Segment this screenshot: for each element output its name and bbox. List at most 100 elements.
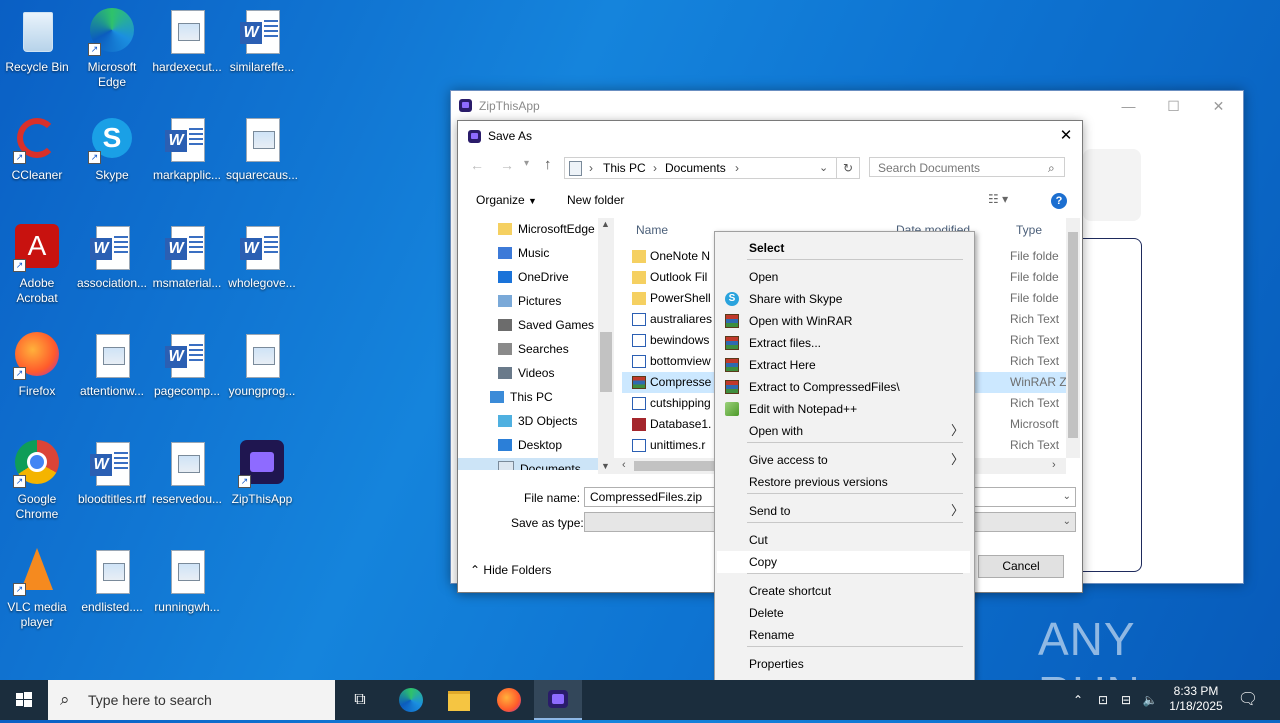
chevron-down-icon: ⌄ — [1062, 491, 1071, 502]
tree-item[interactable]: MicrosoftEdge — [498, 218, 595, 240]
column-type[interactable]: Type — [1016, 218, 1042, 240]
address-dropdown-icon[interactable]: ⌄ — [819, 158, 828, 178]
taskbar-edge-icon[interactable] — [386, 680, 434, 720]
desktop-icon[interactable]: runningwh... — [150, 548, 224, 615]
desktop-icon[interactable]: S ↗ Skype — [75, 116, 149, 183]
file-list-scrollbar[interactable] — [1066, 218, 1080, 458]
desktop-icon[interactable]: endlisted.... — [75, 548, 149, 615]
menu-item[interactable]: Extract files... — [717, 332, 970, 354]
desktop-icon[interactable]: A ↗ Adobe Acrobat — [0, 224, 74, 306]
view-options-icon[interactable]: ☷ ▾ — [988, 192, 1008, 206]
scroll-down-icon[interactable]: ▼ — [601, 461, 610, 471]
hide-folders-toggle[interactable]: ⌃ Hide Folders — [470, 563, 551, 577]
desktop-icon[interactable]: ↗ Microsoft Edge — [75, 8, 149, 90]
minimize-button[interactable]: — — [1106, 91, 1151, 121]
taskbar-search-box[interactable]: ⌕ Type here to search — [48, 680, 335, 720]
close-button[interactable]: ✕ — [1196, 91, 1241, 121]
taskbar-file-explorer-icon[interactable] — [435, 680, 483, 720]
breadcrumb-documents[interactable]: Documents — [665, 158, 726, 178]
clock[interactable]: 8:33 PM 1/18/2025 — [1164, 680, 1228, 720]
menu-item[interactable]: Rename — [717, 624, 970, 646]
tree-item[interactable]: Documents — [458, 458, 598, 470]
menu-item[interactable]: Restore previous versions — [717, 471, 970, 493]
task-view-icon[interactable]: ⧉ — [336, 680, 384, 720]
desktop-icon[interactable]: ↗ ZipThisApp — [225, 440, 299, 507]
file-type: Rich Text — [1010, 312, 1060, 326]
breadcrumb-this-pc[interactable]: This PC — [603, 158, 646, 178]
tree-item[interactable]: Searches — [498, 338, 569, 360]
taskbar-zipthisapp-icon[interactable] — [534, 680, 582, 720]
tree-item[interactable]: Pictures — [498, 290, 561, 312]
tree-scroll-thumb[interactable] — [600, 332, 612, 392]
back-arrow-icon[interactable]: ← — [470, 157, 484, 173]
recent-chevron-icon[interactable]: ▾ — [524, 158, 529, 169]
menu-item[interactable]: Open with 〉 — [717, 420, 970, 442]
desktop-icon[interactable]: ↗ Google Chrome — [0, 440, 74, 522]
desktop-icon[interactable]: Wpagecomp... — [150, 332, 224, 399]
cancel-button[interactable]: Cancel — [978, 555, 1064, 578]
scroll-right-icon[interactable]: › — [1052, 459, 1056, 471]
menu-item[interactable]: Extract Here — [717, 354, 970, 376]
tree-item[interactable]: Videos — [498, 362, 554, 384]
tray-device-icon[interactable]: ⊡ — [1094, 680, 1112, 720]
desktop-icon[interactable]: Wassociation... — [75, 224, 149, 291]
menu-item[interactable]: Edit with Notepad++ — [717, 398, 970, 420]
tree-item[interactable]: This PC — [490, 386, 553, 408]
new-folder-button[interactable]: New folder — [567, 193, 624, 207]
menu-item-label: Open with — [749, 424, 804, 438]
address-bar[interactable]: › This PC › Documents › ⌄ ↻ — [564, 157, 860, 179]
network-icon[interactable]: ⊟ — [1117, 680, 1135, 720]
desktop-icon[interactable]: youngprog... — [225, 332, 299, 399]
desktop-icon[interactable]: Wwholegove... — [225, 224, 299, 291]
search-documents-input[interactable]: Search Documents ⌕ — [869, 157, 1065, 177]
file-scroll-thumb[interactable] — [1068, 232, 1078, 438]
desktop-icon[interactable]: squarecaus... — [225, 116, 299, 183]
help-icon[interactable]: ? — [1051, 193, 1067, 209]
taskbar-firefox-icon[interactable] — [484, 680, 532, 720]
tree-item[interactable]: Music — [498, 242, 549, 264]
menu-item[interactable]: Send to 〉 — [717, 500, 970, 522]
scroll-up-icon[interactable]: ▲ — [601, 219, 610, 229]
menu-item[interactable]: Open — [717, 266, 970, 288]
desktop-icon[interactable]: ↗ CCleaner — [0, 116, 74, 183]
forward-arrow-icon[interactable]: → — [500, 157, 514, 173]
tree-item[interactable]: Desktop — [498, 434, 562, 456]
tree-item[interactable]: OneDrive — [498, 266, 569, 288]
desktop-icon[interactable]: hardexecut... — [150, 8, 224, 75]
menu-item[interactable]: Give access to 〉 — [717, 449, 970, 471]
menu-item[interactable]: Create shortcut — [717, 580, 970, 602]
menu-item[interactable]: Extract to CompressedFiles\ — [717, 376, 970, 398]
volume-icon[interactable]: 🔈 — [1140, 680, 1160, 720]
desktop-icon[interactable]: ↗ Firefox — [0, 332, 74, 399]
up-arrow-icon[interactable]: ↑ — [544, 156, 552, 173]
organize-menu[interactable]: Organize ▼ — [476, 193, 537, 207]
start-button[interactable] — [0, 680, 48, 720]
tree-item[interactable]: Saved Games — [498, 314, 594, 336]
maximize-button[interactable]: ☐ — [1151, 91, 1196, 121]
desktop-icon[interactable]: Wbloodtitles.rtf — [75, 440, 149, 507]
desktop-icon[interactable]: ↗ VLC media player — [0, 548, 74, 630]
dialog-close-icon[interactable]: ✕ — [1054, 121, 1078, 151]
tray-overflow-icon[interactable]: ⌃ — [1070, 680, 1086, 720]
desktop-icon[interactable]: Wsimilareffe... — [225, 8, 299, 75]
desktop-icon[interactable]: reservedou... — [150, 440, 224, 507]
menu-item[interactable]: Properties — [717, 653, 970, 675]
desktop-icon[interactable]: attentionw... — [75, 332, 149, 399]
menu-item[interactable]: Copy — [717, 551, 970, 573]
menu-item[interactable]: Delete — [717, 602, 970, 624]
notification-icon[interactable]: 🗨 — [1236, 680, 1260, 720]
desktop-icon[interactable]: Wmarkapplic... — [150, 116, 224, 183]
h-scroll-thumb[interactable] — [634, 461, 714, 471]
desktop-icon[interactable]: Wmsmaterial... — [150, 224, 224, 291]
menu-item[interactable]: S Share with Skype — [717, 288, 970, 310]
menu-item[interactable]: Select — [717, 237, 970, 259]
tree-item[interactable]: 3D Objects — [498, 410, 577, 432]
column-name[interactable]: Name — [636, 218, 668, 240]
desktop-icon — [498, 439, 512, 451]
menu-item[interactable]: Cut — [717, 529, 970, 551]
tree-scrollbar[interactable]: ▲ ▼ — [598, 218, 614, 474]
menu-item[interactable]: Open with WinRAR — [717, 310, 970, 332]
desktop-icon[interactable]: Recycle Bin — [0, 8, 74, 75]
refresh-icon[interactable]: ↻ — [836, 158, 859, 178]
scroll-left-icon[interactable]: ‹ — [622, 459, 626, 471]
